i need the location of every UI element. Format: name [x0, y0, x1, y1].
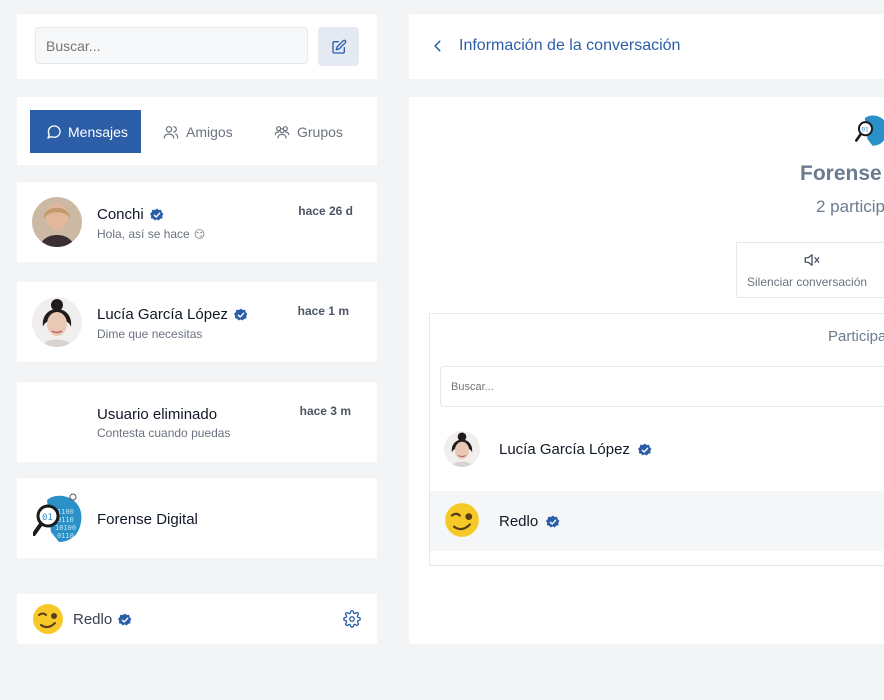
avatar	[32, 603, 64, 635]
chat-bubbles-icon	[47, 124, 61, 139]
winking-face-icon	[33, 604, 63, 634]
search-input[interactable]	[35, 27, 308, 64]
chat-item-forense-digital[interactable]: 1100 0110 10100 0110 01 Forense Digital	[17, 478, 377, 558]
smirk-emoji-icon: 😏	[193, 228, 206, 241]
participants-section: Participa Lucía García López	[429, 313, 884, 566]
tab-mensajes[interactable]: Mensajes	[30, 110, 141, 153]
verified-badge-icon	[118, 613, 132, 626]
forensic-magnifier-logo: 01	[855, 115, 884, 146]
verified-badge-icon	[546, 515, 560, 528]
chat-name-text: Lucía García López	[97, 306, 228, 323]
tab-grupos[interactable]: Grupos	[257, 110, 359, 153]
speaker-mute-icon	[804, 254, 820, 266]
compose-button[interactable]	[318, 27, 359, 66]
chat-name-text: Usuario eliminado	[97, 406, 218, 423]
tab-label: Amigos	[186, 123, 233, 140]
avatar	[444, 431, 480, 467]
participant-row[interactable]: Redlo	[430, 491, 884, 551]
verified-badge-icon	[149, 208, 164, 221]
chevron-left-icon	[434, 40, 441, 52]
mute-label: Silenciar conversación	[747, 275, 868, 289]
participant-name-text: Redlo	[499, 513, 539, 530]
svg-text:01: 01	[42, 513, 53, 523]
chat-item-conchi[interactable]: Conchi Hola, así se hace 😏 hace 26 d	[17, 182, 377, 262]
chat-preview: Hola, así se hace 😏	[97, 227, 205, 241]
chat-name-text: Conchi	[97, 206, 144, 223]
current-user-name-text: Redlo	[73, 611, 113, 628]
avatar	[32, 197, 82, 247]
participant-name: Redlo	[499, 513, 560, 530]
winking-face-icon	[445, 503, 479, 537]
current-user-name: Redlo	[73, 611, 132, 628]
tab-label: Mensajes	[68, 123, 128, 140]
gear-icon	[343, 610, 361, 628]
participant-count: 2 particip	[816, 197, 884, 216]
page-title: Información de la conversación	[459, 37, 681, 54]
group-avatar: 1100 0110 10100 0110 01	[33, 492, 83, 544]
chat-preview-text: Hola, así se hace	[97, 227, 190, 241]
users-icon	[163, 125, 179, 139]
chat-item-lucia[interactable]: Lucía García López Dime que necesitas ha…	[17, 282, 377, 362]
mute-conversation-button[interactable]: Silenciar conversación	[736, 242, 884, 298]
chat-time: hace 3 m	[299, 404, 351, 418]
chat-item-deleted-user[interactable]: Usuario eliminado Contesta cuando puedas…	[17, 382, 377, 462]
pencil-square-icon	[331, 39, 346, 54]
user-group-icon	[274, 125, 290, 139]
conversation-info-panel: 01 Forense D 2 particip Silenciar conver…	[409, 97, 884, 644]
participants-search-input[interactable]	[440, 366, 884, 407]
conversation-header: Información de la conversación	[409, 14, 884, 79]
chat-time: hace 26 d	[298, 204, 353, 218]
chat-name: Lucía García López	[97, 306, 248, 323]
group-name: Forense D	[800, 162, 884, 185]
avatar	[444, 502, 480, 538]
tabs-card: Mensajes Amigos Grupos	[17, 97, 377, 165]
participant-name: Lucía García López	[499, 441, 652, 458]
verified-badge-icon	[233, 308, 248, 321]
current-user-card: Redlo	[17, 594, 377, 644]
avatar	[32, 297, 82, 347]
svg-text:1100: 1100	[57, 508, 74, 516]
chat-preview: Dime que necesitas	[97, 327, 203, 341]
participant-row[interactable]: Lucía García López	[430, 420, 884, 480]
chat-name: Conchi	[97, 206, 164, 223]
participant-name-text: Lucía García López	[499, 441, 630, 458]
verified-badge-icon	[637, 443, 652, 456]
svg-text:0110: 0110	[57, 532, 74, 540]
back-button[interactable]	[431, 38, 445, 59]
tab-label: Grupos	[297, 123, 343, 140]
forensic-magnifier-logo: 1100 0110 10100 0110 01	[33, 493, 82, 542]
chat-name: Forense Digital	[97, 511, 198, 528]
group-logo: 01	[855, 113, 884, 152]
search-card	[17, 14, 377, 79]
svg-text:0110: 0110	[57, 516, 74, 524]
svg-text:01: 01	[862, 127, 870, 133]
participants-title: Participa	[828, 328, 884, 345]
svg-text:10100: 10100	[55, 524, 76, 532]
settings-button[interactable]	[343, 610, 361, 633]
chat-name-text: Forense Digital	[97, 511, 198, 528]
tab-amigos[interactable]: Amigos	[146, 110, 249, 153]
chat-time: hace 1 m	[297, 304, 349, 318]
chat-preview: Contesta cuando puedas	[97, 426, 231, 440]
chat-name: Usuario eliminado	[97, 406, 217, 423]
